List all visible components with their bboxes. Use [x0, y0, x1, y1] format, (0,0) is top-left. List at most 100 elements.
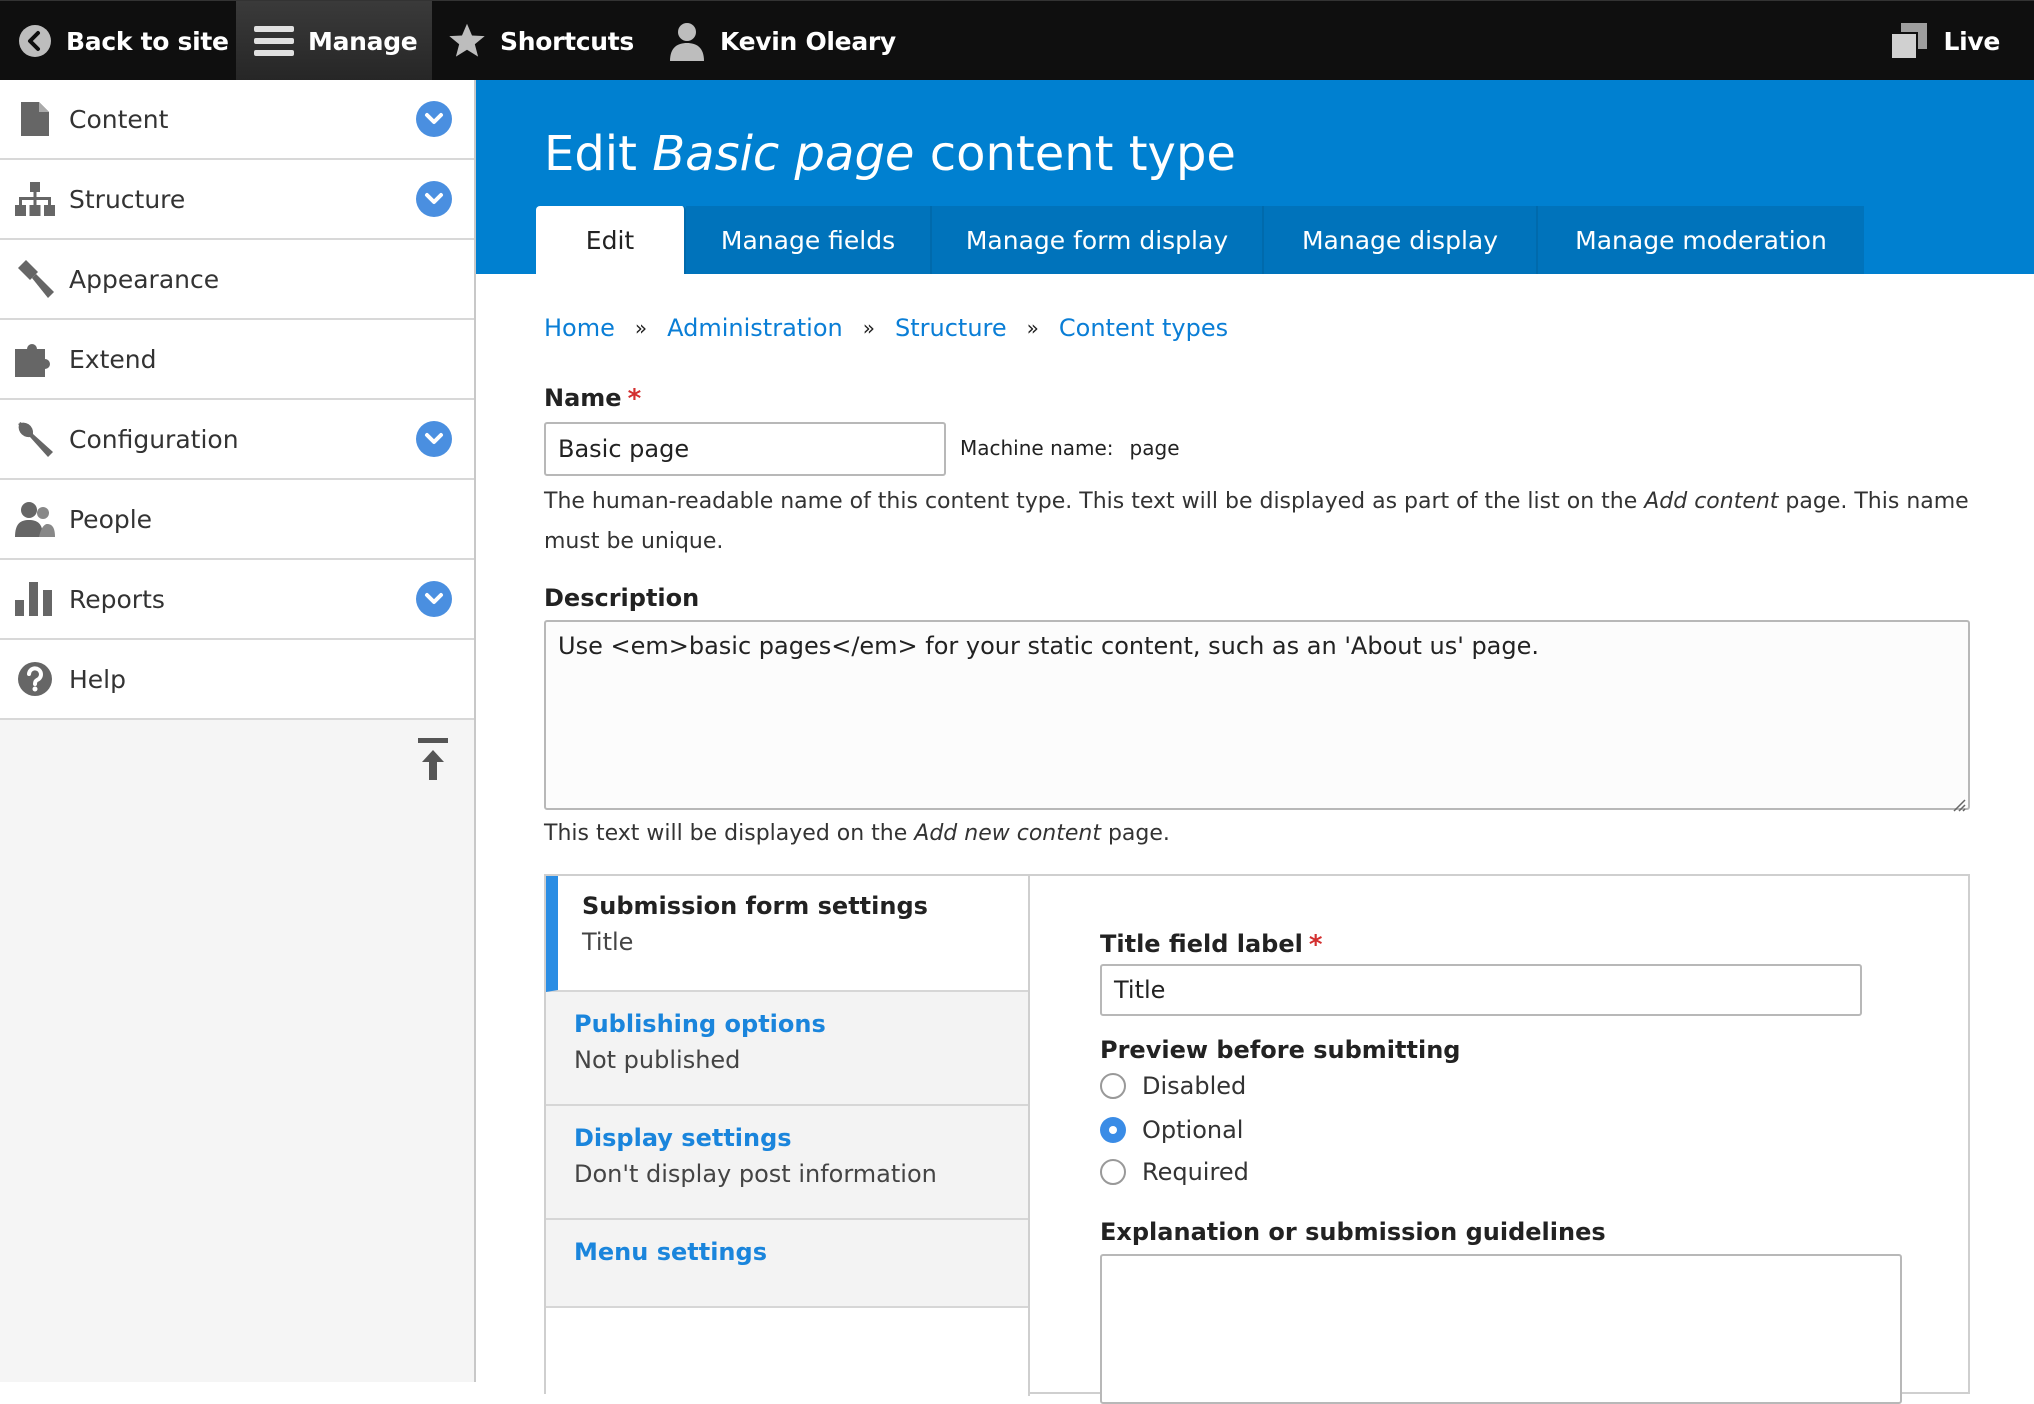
machine-name: Machine name: page	[960, 436, 1180, 460]
help-icon	[15, 659, 55, 699]
user-tab[interactable]: Kevin Oleary	[668, 1, 896, 81]
vtab-display-settings[interactable]: Display settings Don't display post info…	[546, 1106, 1028, 1220]
manage-label: Manage	[308, 26, 418, 56]
tab-manage-form-display[interactable]: Manage form display	[932, 206, 1264, 274]
machine-name-label: Machine name:	[960, 436, 1114, 460]
breadcrumb-separator: »	[1026, 316, 1039, 340]
tab-manage-display[interactable]: Manage display	[1264, 206, 1538, 274]
shortcuts-label: Shortcuts	[500, 26, 635, 56]
page-title-suffix: content type	[914, 126, 1236, 182]
tab-edit[interactable]: Edit	[536, 206, 686, 274]
star-icon	[448, 23, 486, 59]
description-help-emphasis: Add new content	[914, 821, 1101, 846]
sidebar-item-label: People	[69, 504, 153, 534]
radio-button[interactable]	[1100, 1073, 1126, 1099]
vtab-title: Display settings	[574, 1124, 792, 1152]
page-title: Edit Basic page content type	[544, 126, 1236, 182]
radio-button-checked[interactable]	[1100, 1117, 1126, 1143]
description-help-text-end: page.	[1100, 821, 1170, 846]
back-to-site-link[interactable]: Back to site	[18, 1, 229, 81]
breadcrumb: Home » Administration » Structure » Cont…	[544, 314, 1228, 342]
back-arrow-icon	[18, 24, 52, 58]
vertical-tabs-menu: Submission form settings Title Publishin…	[546, 876, 1030, 1396]
submission-settings-pane: Title field label * Title Preview before …	[1030, 876, 1968, 1404]
vtab-title: Menu settings	[574, 1238, 767, 1266]
workspace-live-switcher[interactable]: Live	[1889, 1, 2000, 81]
radio-label: Required	[1142, 1158, 1249, 1186]
vtab-summary: Not published	[574, 1046, 741, 1074]
preview-option-required[interactable]: Required	[1100, 1158, 1249, 1186]
preview-option-disabled[interactable]: Disabled	[1100, 1072, 1246, 1100]
expand-chevron-icon[interactable]	[416, 421, 452, 457]
user-name-label: Kevin Oleary	[720, 26, 896, 56]
title-field-label: Title field label *	[1100, 930, 1322, 960]
page-title-prefix: Edit	[544, 126, 653, 182]
vtab-summary: Title	[582, 928, 634, 956]
tab-manage-fields[interactable]: Manage fields	[686, 206, 932, 274]
sidebar-item-content[interactable]: Content	[0, 80, 474, 160]
people-icon	[15, 499, 55, 539]
name-description: The human-readable name of this content …	[544, 482, 1984, 562]
radio-label: Optional	[1142, 1116, 1244, 1144]
machine-name-value: page	[1129, 436, 1180, 460]
name-desc-text: The human-readable name of this content …	[544, 489, 1645, 514]
workspace-icon	[1889, 21, 1929, 61]
collapse-sidebar-icon[interactable]	[416, 738, 450, 782]
sidebar-item-extend[interactable]: Extend	[0, 320, 474, 400]
sidebar-item-label: Structure	[69, 184, 186, 214]
vtab-publishing-options[interactable]: Publishing options Not published	[546, 992, 1028, 1106]
breadcrumb-link-structure[interactable]: Structure	[895, 314, 1007, 342]
description-value: Use <em>basic pages</em> for your static…	[558, 632, 1540, 660]
admin-toolbar: Back to site Manage Shortcuts Kevin Olea…	[0, 0, 2034, 81]
breadcrumb-link-administration[interactable]: Administration	[667, 314, 843, 342]
puzzle-icon	[15, 339, 55, 379]
guidelines-label: Explanation or submission guidelines	[1100, 1218, 1606, 1246]
sidebar-item-label: Appearance	[69, 264, 220, 294]
expand-chevron-icon[interactable]	[416, 101, 452, 137]
tab-manage-moderation[interactable]: Manage moderation	[1538, 206, 1864, 274]
sidebar-item-label: Help	[69, 664, 126, 694]
breadcrumb-link-content-types[interactable]: Content types	[1059, 314, 1228, 342]
primary-tabs: Edit Manage fields Manage form display M…	[536, 206, 1864, 274]
title-field-label-text: Title field label	[1100, 930, 1303, 958]
sidebar-item-structure[interactable]: Structure	[0, 160, 474, 240]
shortcuts-tab[interactable]: Shortcuts	[448, 1, 634, 81]
vtab-submission-form-settings[interactable]: Submission form settings Title	[546, 876, 1028, 992]
sidebar-item-people[interactable]: People	[0, 480, 474, 560]
radio-label: Disabled	[1142, 1072, 1247, 1100]
description-help-text: This text will be displayed on the	[544, 821, 915, 846]
vtab-summary: Don't display post information	[574, 1160, 937, 1188]
sidebar-item-configuration[interactable]: Configuration	[0, 400, 474, 480]
description-textarea[interactable]: Use <em>basic pages</em> for your static…	[544, 620, 1970, 812]
vtab-menu-settings[interactable]: Menu settings	[546, 1220, 1028, 1308]
hamburger-icon	[254, 25, 294, 57]
admin-sidebar: Content Structure Appearance Extend Conf…	[0, 80, 476, 1382]
sidebar-item-label: Reports	[69, 584, 165, 614]
user-icon	[668, 21, 706, 61]
breadcrumb-separator: »	[862, 316, 875, 340]
name-input[interactable]: Basic page	[544, 422, 946, 476]
document-icon	[15, 99, 55, 139]
sidebar-item-label: Content	[69, 104, 169, 134]
expand-chevron-icon[interactable]	[416, 181, 452, 217]
required-marker: *	[1308, 930, 1323, 960]
title-field-input[interactable]: Title	[1100, 964, 1862, 1016]
resize-handle-icon[interactable]	[1950, 790, 1966, 812]
page-header: Edit Basic page content type Edit Manage…	[476, 80, 2034, 274]
sidebar-item-help[interactable]: Help	[0, 640, 474, 720]
preview-label: Preview before submitting	[1100, 1036, 1461, 1064]
main-content: Home » Administration » Structure » Cont…	[476, 274, 2034, 1404]
back-to-site-label: Back to site	[66, 26, 229, 56]
page-title-emphasis: Basic page	[652, 126, 915, 182]
expand-chevron-icon[interactable]	[416, 581, 452, 617]
manage-tab[interactable]: Manage	[236, 1, 432, 81]
radio-button[interactable]	[1100, 1159, 1126, 1185]
description-field-label: Description	[544, 584, 700, 612]
sidebar-item-label: Extend	[69, 344, 157, 374]
live-label: Live	[1943, 26, 2000, 56]
name-label-text: Name	[544, 384, 622, 412]
breadcrumb-link-home[interactable]: Home	[544, 314, 615, 342]
sidebar-item-reports[interactable]: Reports	[0, 560, 474, 640]
sidebar-item-appearance[interactable]: Appearance	[0, 240, 474, 320]
preview-option-optional[interactable]: Optional	[1100, 1116, 1243, 1144]
